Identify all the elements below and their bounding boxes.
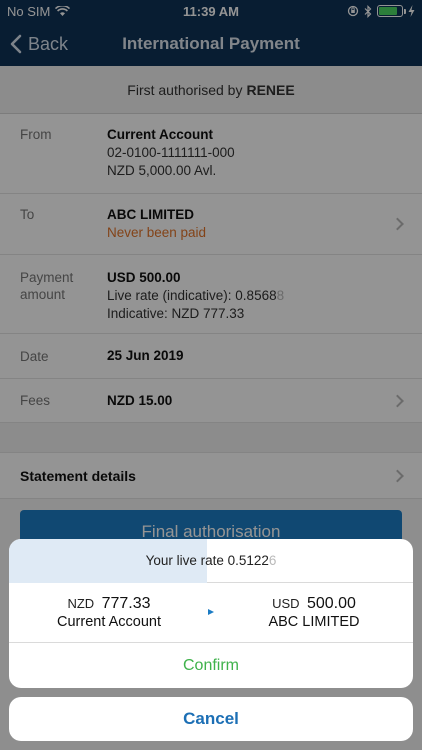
confirm-action-sheet: Your live rate 0.51226 NZD 777.33 Curren… <box>9 539 413 688</box>
live-rate-label: Your live rate 0.51226 <box>146 553 277 568</box>
to-amount-line: USD 500.00 <box>229 595 399 613</box>
from-amount-line: NZD 777.33 <box>24 595 194 613</box>
confirm-button[interactable]: Confirm <box>9 643 413 688</box>
to-account: ABC LIMITED <box>268 614 360 630</box>
sheet-rate-fading-digit: 6 <box>268 553 277 568</box>
from-amount: 777.33 <box>101 595 151 612</box>
to-summary: USD 500.00 ABC LIMITED <box>229 595 399 631</box>
arrow-right-icon <box>208 609 214 615</box>
cancel-button[interactable]: Cancel <box>9 697 413 741</box>
transfer-summary: NZD 777.33 Current Account USD 500.00 AB… <box>9 583 413 643</box>
live-rate-bar: Your live rate 0.51226 <box>9 539 413 583</box>
to-amount: 500.00 <box>306 595 356 612</box>
from-account: Current Account <box>57 614 161 630</box>
from-summary: NZD 777.33 Current Account <box>24 595 194 631</box>
to-currency: USD <box>272 596 300 611</box>
from-currency: NZD <box>67 596 95 611</box>
sheet-rate-text: Your live rate 0.5122 <box>145 553 269 568</box>
